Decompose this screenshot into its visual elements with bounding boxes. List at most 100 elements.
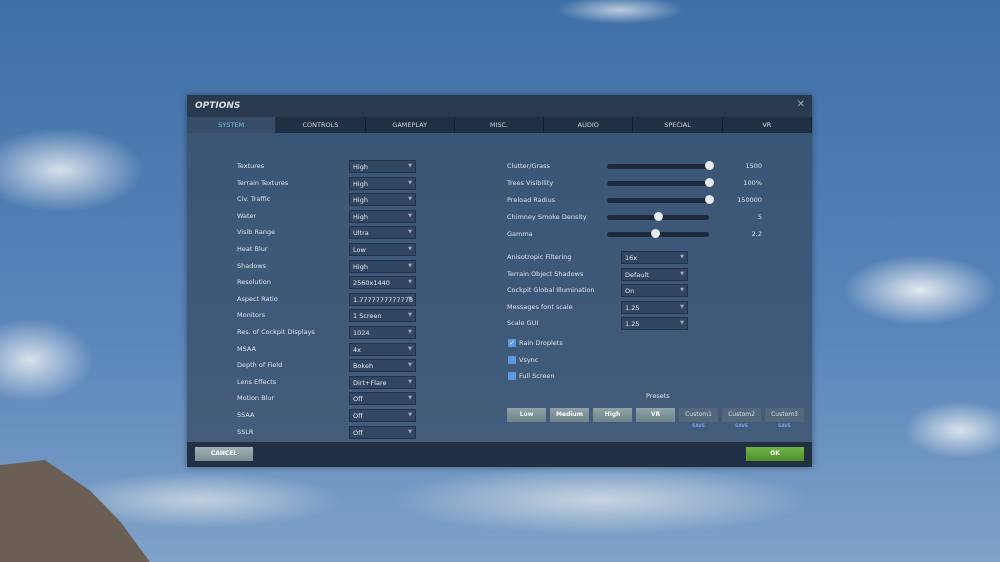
checkbox[interactable] xyxy=(508,372,516,380)
tab-controls[interactable]: CONTROLS xyxy=(276,117,366,133)
setting-label: Anisotropic Filtering xyxy=(507,253,572,261)
preset-custom2[interactable]: Custom2 xyxy=(722,408,761,422)
setting-dropdown[interactable]: 1.7777777777778 ▼ xyxy=(349,292,416,306)
setting-label: Shadows xyxy=(237,261,267,270)
dropdown-value: High xyxy=(353,179,368,188)
rock-background xyxy=(0,460,150,562)
slider-label: Clutter/Grass xyxy=(507,162,550,170)
slider-value: 5 xyxy=(757,213,762,221)
setting-dropdown[interactable]: Low ▼ xyxy=(349,243,416,256)
dropdown-value: Off xyxy=(353,395,363,404)
setting-dropdown[interactable]: 1.25 ▼ xyxy=(621,317,688,331)
dropdown-value: On xyxy=(625,287,635,296)
dropdown-value: 1.25 xyxy=(625,320,640,329)
save-custom3-link[interactable]: SAVE xyxy=(765,424,804,429)
close-icon[interactable]: ✕ xyxy=(797,99,805,110)
setting-label: Water xyxy=(237,211,257,220)
chevron-down-icon: ▼ xyxy=(408,378,412,385)
setting-dropdown[interactable]: Default ▼ xyxy=(621,267,688,281)
tab-audio[interactable]: AUDIO xyxy=(544,117,634,133)
setting-dropdown[interactable]: High ▼ xyxy=(349,209,416,223)
chevron-down-icon: ▼ xyxy=(408,163,412,169)
chevron-down-icon: ▼ xyxy=(408,246,412,252)
preset-low[interactable]: Low xyxy=(507,408,546,422)
setting-label: Civ. Traffic xyxy=(237,195,271,204)
chevron-down-icon: ▼ xyxy=(408,279,412,286)
dropdown-value: Low xyxy=(353,246,366,254)
setting-dropdown[interactable]: 1 Screen ▼ xyxy=(349,309,416,323)
tab-system[interactable]: SYSTEM xyxy=(187,117,277,133)
preset-vr[interactable]: VR xyxy=(636,408,675,422)
chevron-down-icon: ▼ xyxy=(408,262,412,269)
chevron-down-icon: ▼ xyxy=(408,229,412,236)
slider-track[interactable] xyxy=(607,212,709,221)
dropdown-value: High xyxy=(353,196,368,205)
tab-special[interactable]: SPECIAL xyxy=(633,117,723,133)
checkbox[interactable] xyxy=(508,355,516,364)
preset-high[interactable]: High xyxy=(593,408,632,422)
slider-knob[interactable] xyxy=(651,229,661,238)
chevron-down-icon: ▼ xyxy=(408,345,412,352)
setting-label: Cockpit Global Illumination xyxy=(507,286,595,295)
cancel-button[interactable]: CANCEL xyxy=(195,447,253,461)
setting-label: Visib Range xyxy=(237,228,276,237)
setting-dropdown[interactable]: 2560x1440 ▼ xyxy=(349,276,416,290)
setting-dropdown[interactable]: 4x ▼ xyxy=(349,342,416,356)
setting-dropdown[interactable]: Off ▼ xyxy=(349,392,416,406)
setting-dropdown[interactable]: Dirt+Flare ▼ xyxy=(349,375,416,389)
dropdown-value: High xyxy=(353,212,368,221)
setting-label: Lens Effects xyxy=(237,377,277,386)
chevron-down-icon: ▼ xyxy=(408,412,412,418)
preset-medium[interactable]: Medium xyxy=(550,408,589,422)
slider-track[interactable] xyxy=(607,229,709,238)
dropdown-value: High xyxy=(353,262,368,271)
setting-dropdown[interactable]: 16x ▼ xyxy=(621,251,688,264)
slider-track[interactable] xyxy=(607,178,714,187)
dropdown-value: 16x xyxy=(625,254,638,262)
chevron-down-icon: ▼ xyxy=(680,270,684,277)
dropdown-value: High xyxy=(353,163,368,171)
setting-dropdown[interactable]: Bokeh ▼ xyxy=(349,359,416,373)
setting-label: SSLR xyxy=(237,427,254,436)
checkbox-label: Vsync xyxy=(519,355,539,364)
slider-track[interactable] xyxy=(607,195,714,204)
chevron-down-icon: ▼ xyxy=(408,395,412,402)
chevron-down-icon: ▼ xyxy=(408,362,412,369)
setting-dropdown[interactable]: High ▼ xyxy=(349,259,416,273)
setting-dropdown[interactable]: 1.25 ▼ xyxy=(621,300,688,314)
preset-custom3[interactable]: Custom3 xyxy=(765,408,804,422)
setting-label: MSAA xyxy=(237,344,256,353)
setting-dropdown[interactable]: High ▼ xyxy=(349,193,416,207)
ok-button[interactable]: OK xyxy=(746,447,804,461)
dropdown-value: Bokeh xyxy=(353,362,374,371)
dropdown-value: Default xyxy=(625,270,649,279)
tab-misc[interactable]: MISC. xyxy=(455,117,545,133)
setting-dropdown[interactable]: Off ▼ xyxy=(349,425,416,439)
dropdown-value: Off xyxy=(353,428,363,437)
setting-dropdown[interactable]: Off ▼ xyxy=(349,409,416,422)
presets-label: Presets xyxy=(646,392,670,400)
slider-knob[interactable] xyxy=(653,212,663,221)
preset-custom1[interactable]: Custom1 xyxy=(679,408,718,422)
tab-vr[interactable]: VR xyxy=(723,117,812,133)
save-custom1-link[interactable]: SAVE xyxy=(679,424,718,429)
tab-bar: SYSTEM CONTROLS GAMEPLAY MISC. AUDIO SPECIAL V… xyxy=(187,117,812,133)
setting-dropdown[interactable]: On ▼ xyxy=(621,284,688,298)
setting-label: Motion Blur xyxy=(237,394,275,403)
dropdown-value: 4x xyxy=(353,345,361,354)
setting-label: Depth of Field xyxy=(237,361,283,370)
chevron-down-icon: ▼ xyxy=(408,196,412,203)
chevron-down-icon: ▼ xyxy=(680,287,684,294)
slider-value: 1500 xyxy=(745,162,762,170)
save-custom2-link[interactable]: SAVE xyxy=(722,424,761,429)
setting-dropdown[interactable]: High ▼ xyxy=(349,176,416,190)
setting-dropdown[interactable]: 1024 ▼ xyxy=(349,326,416,339)
setting-dropdown[interactable]: Ultra ▼ xyxy=(349,226,416,240)
slider-track[interactable] xyxy=(607,161,714,170)
tab-gameplay[interactable]: GAMEPLAY xyxy=(366,117,455,133)
slider-label: Preload Radius xyxy=(507,196,556,204)
setting-label: Textures xyxy=(237,162,265,170)
checkbox[interactable]: ✓ xyxy=(508,339,516,347)
checkbox-label: Full Screen xyxy=(519,372,555,380)
setting-dropdown[interactable]: High ▼ xyxy=(349,160,416,173)
